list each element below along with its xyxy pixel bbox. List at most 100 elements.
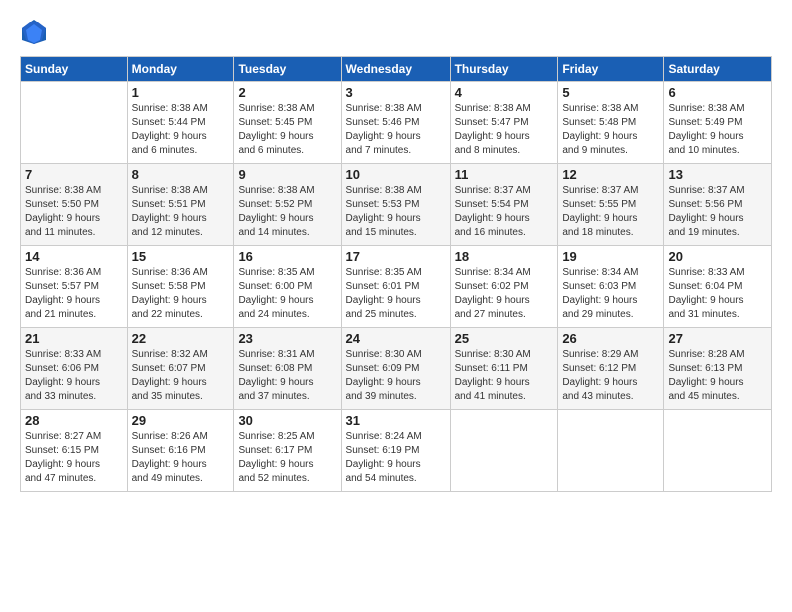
header-row: SundayMondayTuesdayWednesdayThursdayFrid…	[21, 57, 772, 82]
day-cell	[558, 410, 664, 492]
day-detail: Sunrise: 8:34 AM Sunset: 6:02 PM Dayligh…	[455, 266, 554, 322]
day-cell: 22 Sunrise: 8:32 AM Sunset: 6:07 PM Dayli…	[127, 328, 234, 410]
day-cell: 31 Sunrise: 8:24 AM Sunset: 6:19 PM Dayli…	[341, 410, 450, 492]
day-cell	[450, 410, 558, 492]
day-detail: Sunrise: 8:38 AM Sunset: 5:45 PM Dayligh…	[238, 102, 336, 158]
day-number: 23	[238, 331, 336, 346]
col-header-saturday: Saturday	[664, 57, 772, 82]
day-cell: 29 Sunrise: 8:26 AM Sunset: 6:16 PM Dayli…	[127, 410, 234, 492]
day-number: 28	[25, 413, 123, 428]
day-detail: Sunrise: 8:38 AM Sunset: 5:44 PM Dayligh…	[132, 102, 230, 158]
header	[20, 18, 772, 46]
day-number: 12	[562, 167, 659, 182]
day-cell: 18 Sunrise: 8:34 AM Sunset: 6:02 PM Dayli…	[450, 246, 558, 328]
day-number: 18	[455, 249, 554, 264]
day-cell: 10 Sunrise: 8:38 AM Sunset: 5:53 PM Dayli…	[341, 164, 450, 246]
col-header-wednesday: Wednesday	[341, 57, 450, 82]
day-detail: Sunrise: 8:26 AM Sunset: 6:16 PM Dayligh…	[132, 430, 230, 486]
day-number: 31	[346, 413, 446, 428]
day-detail: Sunrise: 8:38 AM Sunset: 5:47 PM Dayligh…	[455, 102, 554, 158]
day-number: 25	[455, 331, 554, 346]
day-cell: 28 Sunrise: 8:27 AM Sunset: 6:15 PM Dayli…	[21, 410, 128, 492]
day-detail: Sunrise: 8:35 AM Sunset: 6:00 PM Dayligh…	[238, 266, 336, 322]
day-number: 9	[238, 167, 336, 182]
week-row-2: 7Sunrise: 8:38 AM Sunset: 5:50 PM Daylig…	[21, 164, 772, 246]
logo	[20, 18, 52, 46]
day-number: 29	[132, 413, 230, 428]
day-cell: 3 Sunrise: 8:38 AM Sunset: 5:46 PM Daylig…	[341, 82, 450, 164]
day-detail: Sunrise: 8:38 AM Sunset: 5:49 PM Dayligh…	[668, 102, 767, 158]
day-detail: Sunrise: 8:24 AM Sunset: 6:19 PM Dayligh…	[346, 430, 446, 486]
day-cell: 13 Sunrise: 8:37 AM Sunset: 5:56 PM Dayli…	[664, 164, 772, 246]
day-cell: 11Sunrise: 8:37 AM Sunset: 5:54 PM Dayli…	[450, 164, 558, 246]
day-detail: Sunrise: 8:36 AM Sunset: 5:57 PM Dayligh…	[25, 266, 123, 322]
day-cell: 26 Sunrise: 8:29 AM Sunset: 6:12 PM Dayli…	[558, 328, 664, 410]
day-detail: Sunrise: 8:33 AM Sunset: 6:04 PM Dayligh…	[668, 266, 767, 322]
day-cell: 7Sunrise: 8:38 AM Sunset: 5:50 PM Daylig…	[21, 164, 128, 246]
day-cell: 19Sunrise: 8:34 AM Sunset: 6:03 PM Dayli…	[558, 246, 664, 328]
day-detail: Sunrise: 8:36 AM Sunset: 5:58 PM Dayligh…	[132, 266, 230, 322]
day-number: 6	[668, 85, 767, 100]
day-number: 14	[25, 249, 123, 264]
day-number: 22	[132, 331, 230, 346]
day-detail: Sunrise: 8:37 AM Sunset: 5:56 PM Dayligh…	[668, 184, 767, 240]
day-number: 30	[238, 413, 336, 428]
day-cell: 21 Sunrise: 8:33 AM Sunset: 6:06 PM Dayli…	[21, 328, 128, 410]
day-detail: Sunrise: 8:28 AM Sunset: 6:13 PM Dayligh…	[668, 348, 767, 404]
day-detail: Sunrise: 8:25 AM Sunset: 6:17 PM Dayligh…	[238, 430, 336, 486]
day-detail: Sunrise: 8:38 AM Sunset: 5:51 PM Dayligh…	[132, 184, 230, 240]
page: SundayMondayTuesdayWednesdayThursdayFrid…	[0, 0, 792, 612]
day-number: 3	[346, 85, 446, 100]
day-number: 13	[668, 167, 767, 182]
day-cell: 14 Sunrise: 8:36 AM Sunset: 5:57 PM Dayli…	[21, 246, 128, 328]
week-row-5: 28 Sunrise: 8:27 AM Sunset: 6:15 PM Dayli…	[21, 410, 772, 492]
day-number: 17	[346, 249, 446, 264]
day-cell	[21, 82, 128, 164]
day-detail: Sunrise: 8:27 AM Sunset: 6:15 PM Dayligh…	[25, 430, 123, 486]
day-detail: Sunrise: 8:38 AM Sunset: 5:50 PM Dayligh…	[25, 184, 123, 240]
calendar-table: SundayMondayTuesdayWednesdayThursdayFrid…	[20, 56, 772, 492]
col-header-monday: Monday	[127, 57, 234, 82]
day-detail: Sunrise: 8:35 AM Sunset: 6:01 PM Dayligh…	[346, 266, 446, 322]
week-row-3: 14 Sunrise: 8:36 AM Sunset: 5:57 PM Dayli…	[21, 246, 772, 328]
day-cell: 30 Sunrise: 8:25 AM Sunset: 6:17 PM Dayli…	[234, 410, 341, 492]
day-detail: Sunrise: 8:30 AM Sunset: 6:09 PM Dayligh…	[346, 348, 446, 404]
day-number: 21	[25, 331, 123, 346]
day-number: 10	[346, 167, 446, 182]
day-detail: Sunrise: 8:37 AM Sunset: 5:54 PM Dayligh…	[455, 184, 554, 240]
day-cell: 17 Sunrise: 8:35 AM Sunset: 6:01 PM Dayli…	[341, 246, 450, 328]
day-cell: 6 Sunrise: 8:38 AM Sunset: 5:49 PM Daylig…	[664, 82, 772, 164]
day-number: 4	[455, 85, 554, 100]
day-number: 27	[668, 331, 767, 346]
day-cell: 15 Sunrise: 8:36 AM Sunset: 5:58 PM Dayli…	[127, 246, 234, 328]
day-cell: 27 Sunrise: 8:28 AM Sunset: 6:13 PM Dayli…	[664, 328, 772, 410]
day-detail: Sunrise: 8:32 AM Sunset: 6:07 PM Dayligh…	[132, 348, 230, 404]
day-number: 8	[132, 167, 230, 182]
day-cell: 16 Sunrise: 8:35 AM Sunset: 6:00 PM Dayli…	[234, 246, 341, 328]
day-number: 19	[562, 249, 659, 264]
day-detail: Sunrise: 8:33 AM Sunset: 6:06 PM Dayligh…	[25, 348, 123, 404]
day-number: 24	[346, 331, 446, 346]
day-cell: 25 Sunrise: 8:30 AM Sunset: 6:11 PM Dayli…	[450, 328, 558, 410]
day-cell: 12Sunrise: 8:37 AM Sunset: 5:55 PM Dayli…	[558, 164, 664, 246]
day-cell: 8 Sunrise: 8:38 AM Sunset: 5:51 PM Daylig…	[127, 164, 234, 246]
day-number: 16	[238, 249, 336, 264]
day-number: 20	[668, 249, 767, 264]
day-detail: Sunrise: 8:30 AM Sunset: 6:11 PM Dayligh…	[455, 348, 554, 404]
day-detail: Sunrise: 8:38 AM Sunset: 5:46 PM Dayligh…	[346, 102, 446, 158]
day-detail: Sunrise: 8:29 AM Sunset: 6:12 PM Dayligh…	[562, 348, 659, 404]
day-number: 1	[132, 85, 230, 100]
day-cell: 4 Sunrise: 8:38 AM Sunset: 5:47 PM Daylig…	[450, 82, 558, 164]
day-cell: 24 Sunrise: 8:30 AM Sunset: 6:09 PM Dayli…	[341, 328, 450, 410]
day-detail: Sunrise: 8:38 AM Sunset: 5:52 PM Dayligh…	[238, 184, 336, 240]
day-detail: Sunrise: 8:38 AM Sunset: 5:48 PM Dayligh…	[562, 102, 659, 158]
day-number: 15	[132, 249, 230, 264]
day-cell: 23 Sunrise: 8:31 AM Sunset: 6:08 PM Dayli…	[234, 328, 341, 410]
day-cell: 9 Sunrise: 8:38 AM Sunset: 5:52 PM Daylig…	[234, 164, 341, 246]
day-cell: 1 Sunrise: 8:38 AM Sunset: 5:44 PM Daylig…	[127, 82, 234, 164]
day-number: 26	[562, 331, 659, 346]
col-header-friday: Friday	[558, 57, 664, 82]
day-cell: 20 Sunrise: 8:33 AM Sunset: 6:04 PM Dayli…	[664, 246, 772, 328]
day-detail: Sunrise: 8:38 AM Sunset: 5:53 PM Dayligh…	[346, 184, 446, 240]
day-detail: Sunrise: 8:31 AM Sunset: 6:08 PM Dayligh…	[238, 348, 336, 404]
